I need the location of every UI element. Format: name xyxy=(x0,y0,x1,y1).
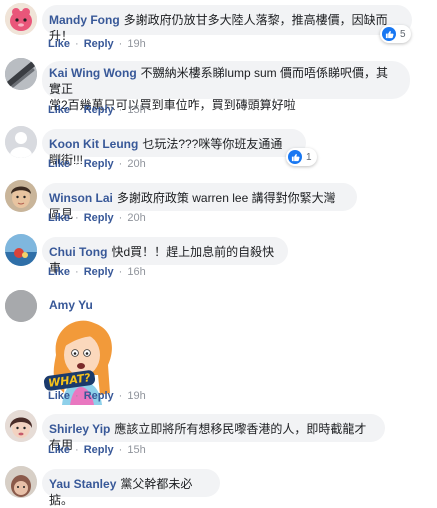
timestamp[interactable]: 16h xyxy=(127,266,145,278)
avatar-image xyxy=(5,180,37,212)
avatar[interactable] xyxy=(5,58,37,90)
author-name[interactable]: Koon Kit Leung xyxy=(49,137,138,151)
reply-button[interactable]: Reply xyxy=(84,444,114,456)
comment-bubble: Mandy Fong 多謝政府仍放甘多大陸人落黎，推高樓價，因缺而升！ xyxy=(42,5,412,43)
reply-button[interactable]: Reply xyxy=(84,212,114,224)
author-name[interactable]: Chui Tong xyxy=(49,245,107,259)
timestamp[interactable]: 19h xyxy=(127,38,145,50)
thumbs-up-icon xyxy=(382,27,396,41)
timestamp[interactable]: 15h xyxy=(127,104,145,116)
like-button[interactable]: Like xyxy=(48,104,70,116)
author-name[interactable]: Mandy Fong xyxy=(49,13,120,27)
comment-bubble: Yau Stanley 黨父幹都未必掂。 xyxy=(42,469,220,507)
comment-bubble: Shirley Yip 應該立即將所有想移民嚟香港的人，即時截龍才有用 xyxy=(42,414,385,452)
author-name[interactable]: Amy Yu xyxy=(49,298,93,312)
comment-actions: Like · Reply · 15h xyxy=(48,104,146,116)
reaction-count[interactable]: 5 xyxy=(380,25,411,43)
comment-actions: Like · Reply · 15h xyxy=(48,444,146,456)
timestamp[interactable]: 19h xyxy=(127,390,145,402)
reaction-number: 5 xyxy=(400,28,406,40)
avatar-image xyxy=(5,410,37,442)
like-button[interactable]: Like xyxy=(48,266,70,278)
timestamp[interactable]: 20h xyxy=(127,158,145,170)
default-avatar-icon[interactable] xyxy=(5,126,37,158)
avatar[interactable] xyxy=(5,180,37,212)
comment-actions: Like · Reply · 20h xyxy=(48,158,146,170)
thumbs-up-icon xyxy=(288,150,302,164)
avatar[interactable] xyxy=(5,234,37,266)
avatar[interactable] xyxy=(5,410,37,442)
avatar[interactable] xyxy=(5,466,37,498)
comment-bubble: Kai Wing Wong 不嬲納米樓系睇lump sum 價而唔係睇呎價，其實正… xyxy=(42,61,410,112)
reply-button[interactable]: Reply xyxy=(84,266,114,278)
author-name[interactable]: Shirley Yip xyxy=(49,422,110,436)
author-name[interactable]: Kai Wing Wong xyxy=(49,66,137,80)
comment-actions: Like · Reply · 19h xyxy=(48,38,146,50)
like-button[interactable]: Like xyxy=(48,444,70,456)
reply-button[interactable]: Reply xyxy=(84,38,114,50)
comment-actions: Like · Reply · 20h xyxy=(48,212,146,224)
author-name[interactable]: Yau Stanley xyxy=(49,477,116,491)
reply-button[interactable]: Reply xyxy=(84,390,114,402)
comment-actions: Like · Reply · 19h xyxy=(48,390,146,402)
like-button[interactable]: Like xyxy=(48,212,70,224)
avatar-image xyxy=(5,290,37,322)
comment-bubble: Chui Tong 快d買！！趕上加息前的自殺快車 xyxy=(42,237,288,275)
avatar[interactable] xyxy=(5,3,37,35)
reaction-count[interactable]: 1 xyxy=(286,148,317,166)
avatar-image xyxy=(5,234,37,266)
avatar-image xyxy=(5,466,37,498)
author-name[interactable]: Winson Lai xyxy=(49,191,113,205)
avatar-image xyxy=(5,3,37,35)
comment-actions: Like · Reply · 16h xyxy=(48,266,146,278)
timestamp[interactable]: 20h xyxy=(127,212,145,224)
like-button[interactable]: Like xyxy=(48,38,70,50)
like-button[interactable]: Like xyxy=(48,158,70,170)
comment-bubble: Koon Kit Leung 乜玩法???咪等你班友通通瞓街!!! xyxy=(42,129,306,167)
timestamp[interactable]: 15h xyxy=(127,444,145,456)
comment-bubble: Winson Lai 多謝政府政策 warren lee 講得對你緊大灣區見 xyxy=(42,183,357,221)
avatar[interactable] xyxy=(5,290,37,322)
reply-button[interactable]: Reply xyxy=(84,104,114,116)
reaction-number: 1 xyxy=(306,151,312,163)
like-button[interactable]: Like xyxy=(48,390,70,402)
avatar-image xyxy=(5,58,37,90)
reply-button[interactable]: Reply xyxy=(84,158,114,170)
